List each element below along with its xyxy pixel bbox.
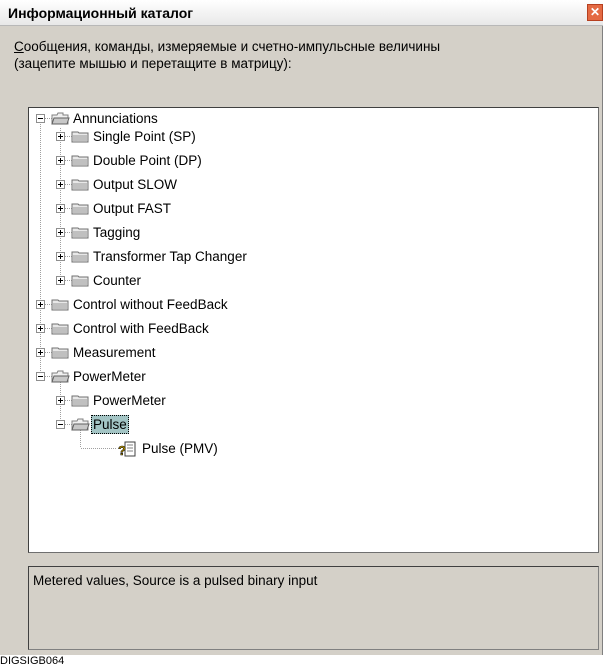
collapse-toggle[interactable] [36, 372, 45, 381]
folder-open-icon [71, 418, 90, 431]
info-catalog-window: Информационный каталог ✕ Сообщения, кома… [0, 0, 603, 655]
tree-item-double-point[interactable]: Double Point (DP) [91, 152, 204, 169]
tree-item-pulse-selected[interactable]: Pulse [91, 415, 129, 434]
window-title: Информационный каталог [8, 5, 194, 21]
close-button[interactable]: ✕ [587, 4, 603, 21]
expand-toggle[interactable] [36, 324, 45, 333]
folder-icon [71, 179, 89, 191]
tree-item-output-slow[interactable]: Output SLOW [91, 176, 179, 193]
folder-icon [71, 203, 89, 215]
item-description-text: Metered values, Source is a pulsed binar… [33, 573, 318, 588]
folder-open-icon [51, 370, 70, 383]
catalog-description: Сообщения, команды, измеряемые и счетно-… [14, 38, 584, 72]
tree-item-control-with-feedback[interactable]: Control with FeedBack [71, 320, 211, 337]
expand-toggle[interactable] [56, 156, 65, 165]
folder-icon [71, 227, 89, 239]
folder-icon [71, 251, 89, 263]
tree-item-measurement[interactable]: Measurement [71, 344, 158, 361]
tree-item-tagging[interactable]: Tagging [91, 224, 142, 241]
tree-item-output-fast[interactable]: Output FAST [91, 200, 173, 217]
folder-icon [51, 347, 69, 359]
folder-icon [71, 131, 89, 143]
tree-item-powermeter-child[interactable]: PowerMeter [91, 392, 168, 409]
tree-item-single-point[interactable]: Single Point (SP) [91, 128, 198, 145]
expand-toggle[interactable] [56, 204, 65, 213]
description-mnemonic: С [14, 39, 24, 54]
collapse-toggle[interactable] [56, 420, 65, 429]
catalog-tree[interactable]: Annunciations Single Point (SP) Double P… [28, 107, 599, 553]
tree-item-powermeter[interactable]: PowerMeter [71, 368, 148, 385]
folder-icon [51, 323, 69, 335]
svg-text:?: ? [118, 443, 126, 458]
tree-item-annunciations[interactable]: Annunciations [71, 110, 160, 127]
description-line-1: ообщения, команды, измеряемые и счетно-и… [23, 39, 441, 54]
item-description-panel: Metered values, Source is a pulsed binar… [28, 566, 599, 650]
expand-toggle[interactable] [56, 180, 65, 189]
close-icon: ✕ [589, 5, 601, 19]
expand-toggle[interactable] [36, 348, 45, 357]
expand-toggle[interactable] [36, 300, 45, 309]
expand-toggle[interactable] [56, 228, 65, 237]
title-bar[interactable]: Информационный каталог ✕ [0, 0, 603, 26]
folder-open-icon [51, 112, 70, 125]
folder-icon [51, 299, 69, 311]
tree-item-counter[interactable]: Counter [91, 272, 143, 289]
expand-toggle[interactable] [56, 132, 65, 141]
folder-icon [71, 275, 89, 287]
folder-icon [71, 155, 89, 167]
pulse-value-icon: ? [118, 441, 136, 458]
tree-item-transformer-tap-changer[interactable]: Transformer Tap Changer [91, 248, 249, 265]
expand-toggle[interactable] [56, 276, 65, 285]
collapse-toggle[interactable] [36, 114, 45, 123]
tree-item-control-without-feedback[interactable]: Control without FeedBack [71, 296, 230, 313]
folder-icon [71, 395, 89, 407]
figure-code: DIGSIGB064 [0, 655, 65, 667]
tree-item-pulse-pmv[interactable]: Pulse (PMV) [140, 440, 220, 457]
expand-toggle[interactable] [56, 252, 65, 261]
description-line-2: (зацепите мышью и перетащите в матрицу): [14, 56, 292, 71]
expand-toggle[interactable] [56, 396, 65, 405]
